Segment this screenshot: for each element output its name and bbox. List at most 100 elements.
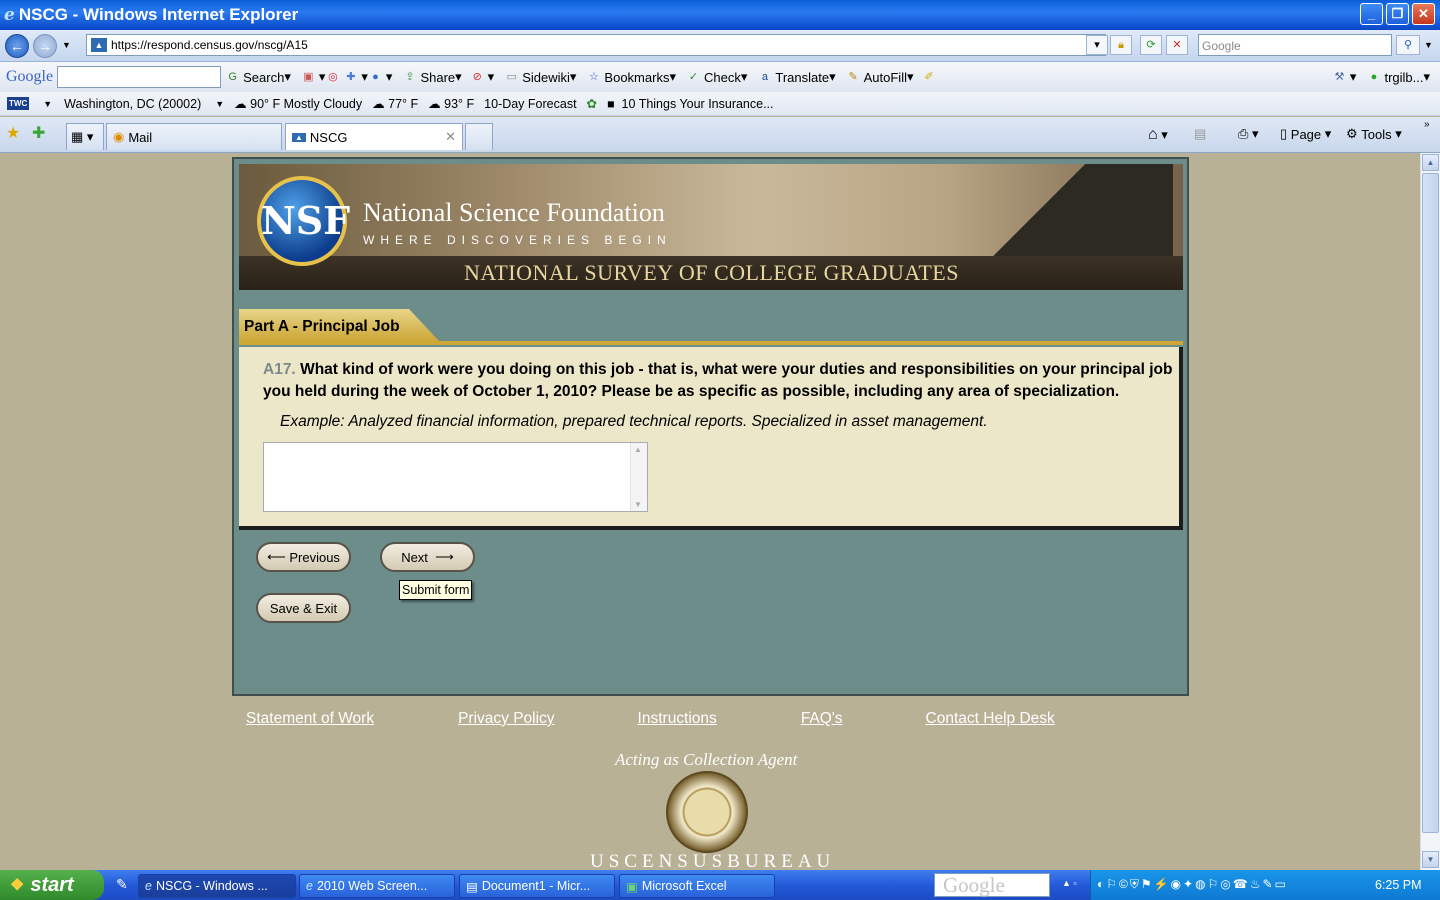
toolbar-settings[interactable]: ⚒ ▾ (1332, 69, 1356, 85)
favorites-star-icon[interactable]: ★ (6, 123, 20, 143)
share-button[interactable]: ⇪ Share ▾ ⊘ ▾ (402, 69, 494, 85)
window-title-bar: e NSCG - Windows Internet Explorer _ ❐ ✕ (0, 0, 1440, 30)
back-arrow-icon[interactable]: ← (5, 34, 29, 58)
check-button[interactable]: ✓ Check ▾ (686, 69, 748, 85)
share-icon: ⇪ (405, 70, 415, 83)
task-document[interactable]: ▤ Document1 - Micr... (459, 874, 615, 898)
search-icon[interactable]: ⚲ (1396, 35, 1420, 55)
mail-icon: ◉ (113, 129, 125, 144)
chevron-down-icon: ▼ (215, 98, 225, 109)
news-link[interactable]: ■ 10 Things Your Insurance... (607, 97, 773, 111)
scroll-down-icon[interactable]: ▼ (1422, 851, 1439, 868)
quick-launch-icon[interactable]: ✎ (116, 876, 128, 893)
temperature-1-label: 77° F (388, 96, 419, 111)
google-desktop-search[interactable]: Google (934, 873, 1050, 897)
scrollbar-thumb[interactable] (1422, 173, 1439, 833)
location-select[interactable]: Washington, DC (20002) ▼ (64, 97, 224, 111)
start-button[interactable]: ❖ start (0, 870, 104, 900)
chevron-down-icon[interactable]: ▼ (634, 500, 642, 509)
clock: 6:25 PM (1375, 878, 1422, 892)
chevron-up-icon[interactable]: ▲ ▫ (1062, 878, 1077, 888)
task-nscg[interactable]: e NSCG - Windows ... (138, 874, 296, 898)
search-options-icon[interactable]: ▼ (1424, 40, 1433, 50)
current-weather[interactable]: ☁ 90° F Mostly Cloudy (234, 96, 362, 112)
lock-icon[interactable]: 🔒︎ (1110, 35, 1132, 55)
scroll-up-icon[interactable]: ▲ (1422, 154, 1439, 171)
translate-button[interactable]: a Translate ▾ (757, 69, 836, 85)
previous-button[interactable]: ⟵ Previous (256, 542, 351, 572)
question-number: A17. (263, 361, 296, 378)
tab-bar: ★ ✚ ▦ ▾ ◉ Mail ▲ NSCG ✕ » ⌂ ▾ ▤ ⎙ ▾ ▯ Page … (0, 117, 1440, 153)
maximize-button[interactable]: ❐ (1386, 3, 1409, 25)
account-button[interactable]: ● trgilb... ▾ (1366, 69, 1430, 85)
excel-icon: ▣ (626, 879, 638, 894)
temperature-1[interactable]: ☁ 77° F (372, 96, 419, 112)
google-search-input[interactable] (57, 66, 222, 88)
tray-icons[interactable]: ◐⚐©⛨⚑⚡◉✦◍⚐◎☎♨✎▭ (1097, 877, 1288, 892)
address-input[interactable]: ▲ https://respond.census.gov/nscg/A15 (86, 34, 1106, 56)
question-box: A17. What kind of work were you doing on… (239, 347, 1183, 530)
arrow-right-icon: ⟶ (435, 549, 454, 564)
cloud-icon: ☁ (234, 97, 247, 111)
taskbar: ❖ start ✎ e NSCG - Windows ... e 2010 Web S… (0, 870, 1440, 900)
sidewiki-button[interactable]: ▭ Sidewiki ▾ (504, 69, 577, 85)
task-web-screen-label: 2010 Web Screen... (316, 879, 428, 893)
privacy-policy-link[interactable]: Privacy Policy (458, 710, 554, 728)
map-icon: ✿ (586, 97, 598, 111)
instructions-link[interactable]: Instructions (638, 710, 717, 728)
close-tab-icon[interactable]: ✕ (445, 129, 456, 145)
page-content: NSF National Science Foundation WHERE DI… (0, 153, 1420, 870)
page-menu[interactable]: ▯ Page ▾ (1280, 126, 1331, 142)
history-dropdown-icon[interactable]: ▼ (62, 40, 71, 50)
task-excel[interactable]: ▣ Microsoft Excel (619, 874, 775, 898)
footer-links: Statement of Work Privacy Policy Instruc… (246, 710, 1146, 728)
rss-icon: ▤ (1194, 126, 1207, 141)
previous-label: Previous (289, 549, 340, 565)
print-button[interactable]: ⎙ ▾ (1238, 126, 1259, 142)
twc-dropdown-icon[interactable]: ▼ (43, 99, 52, 109)
account-label: trgilb... (1384, 69, 1424, 85)
minimize-button[interactable]: _ (1360, 3, 1383, 25)
tab-nscg[interactable]: ▲ NSCG ✕ (285, 123, 463, 150)
add-favorite-icon[interactable]: ✚ (32, 123, 45, 143)
bookmark-tools[interactable]: ▣ ▾ ◎ ✚ ▾ ● ▾ (301, 69, 392, 85)
tab-mail[interactable]: ◉ Mail (106, 123, 282, 150)
forward-arrow-icon[interactable]: → (33, 34, 57, 58)
task-web-screen[interactable]: e 2010 Web Screen... (299, 874, 455, 898)
new-tab-button[interactable] (465, 123, 493, 150)
next-button[interactable]: Next ⟶ (380, 542, 475, 572)
commerce-seal-icon (666, 771, 748, 853)
feeds-button[interactable]: ▤ (1194, 126, 1206, 142)
statement-of-work-link[interactable]: Statement of Work (246, 710, 374, 728)
save-exit-button[interactable]: Save & Exit (256, 593, 351, 623)
faq-link[interactable]: FAQ's (801, 710, 843, 728)
nsf-banner: NSF National Science Foundation WHERE DI… (239, 164, 1183, 290)
answer-textarea[interactable]: ▲ ▼ (263, 442, 648, 512)
quick-tabs-button[interactable]: ▦ ▾ (66, 123, 104, 150)
page-scrollbar[interactable]: ▲ ▼ (1420, 153, 1440, 870)
bookmarks-label: Bookmarks (604, 69, 670, 85)
refresh-icon[interactable]: ⟳ (1140, 35, 1162, 55)
google-search-button[interactable]: G Search ▾ (225, 69, 291, 85)
section-divider (239, 341, 1183, 345)
window-title: NSCG - Windows Internet Explorer (18, 5, 299, 24)
close-button[interactable]: ✕ (1412, 3, 1435, 25)
chevron-up-icon[interactable]: ▲ (634, 445, 642, 454)
cloud-icon: ☁ (372, 97, 385, 111)
forecast-link[interactable]: 10-Day Forecast (484, 97, 576, 111)
map-button[interactable]: ✿ (587, 96, 597, 111)
stop-icon[interactable]: ✕ (1166, 35, 1188, 55)
tools-menu[interactable]: ⚙ Tools ▾ (1346, 126, 1402, 142)
star-icon: ☆ (588, 70, 599, 83)
sidewiki-icon: ▭ (506, 70, 517, 83)
textarea-scrollbar[interactable]: ▲ ▼ (630, 443, 647, 511)
home-button[interactable]: ⌂ ▾ (1148, 126, 1168, 144)
printer-icon: ⎙ (1238, 126, 1249, 141)
autofill-button[interactable]: ✎ AutoFill ▾ ✐ (846, 69, 940, 85)
contact-help-desk-link[interactable]: Contact Help Desk (926, 710, 1055, 728)
temperature-2[interactable]: ☁ 93° F (428, 96, 474, 112)
bookmarks-button[interactable]: ☆ Bookmarks ▾ (586, 69, 676, 85)
search-input[interactable]: Google (1198, 34, 1392, 56)
address-dropdown-icon[interactable]: ▾ (1086, 35, 1108, 55)
more-icon[interactable]: » (1424, 119, 1430, 130)
